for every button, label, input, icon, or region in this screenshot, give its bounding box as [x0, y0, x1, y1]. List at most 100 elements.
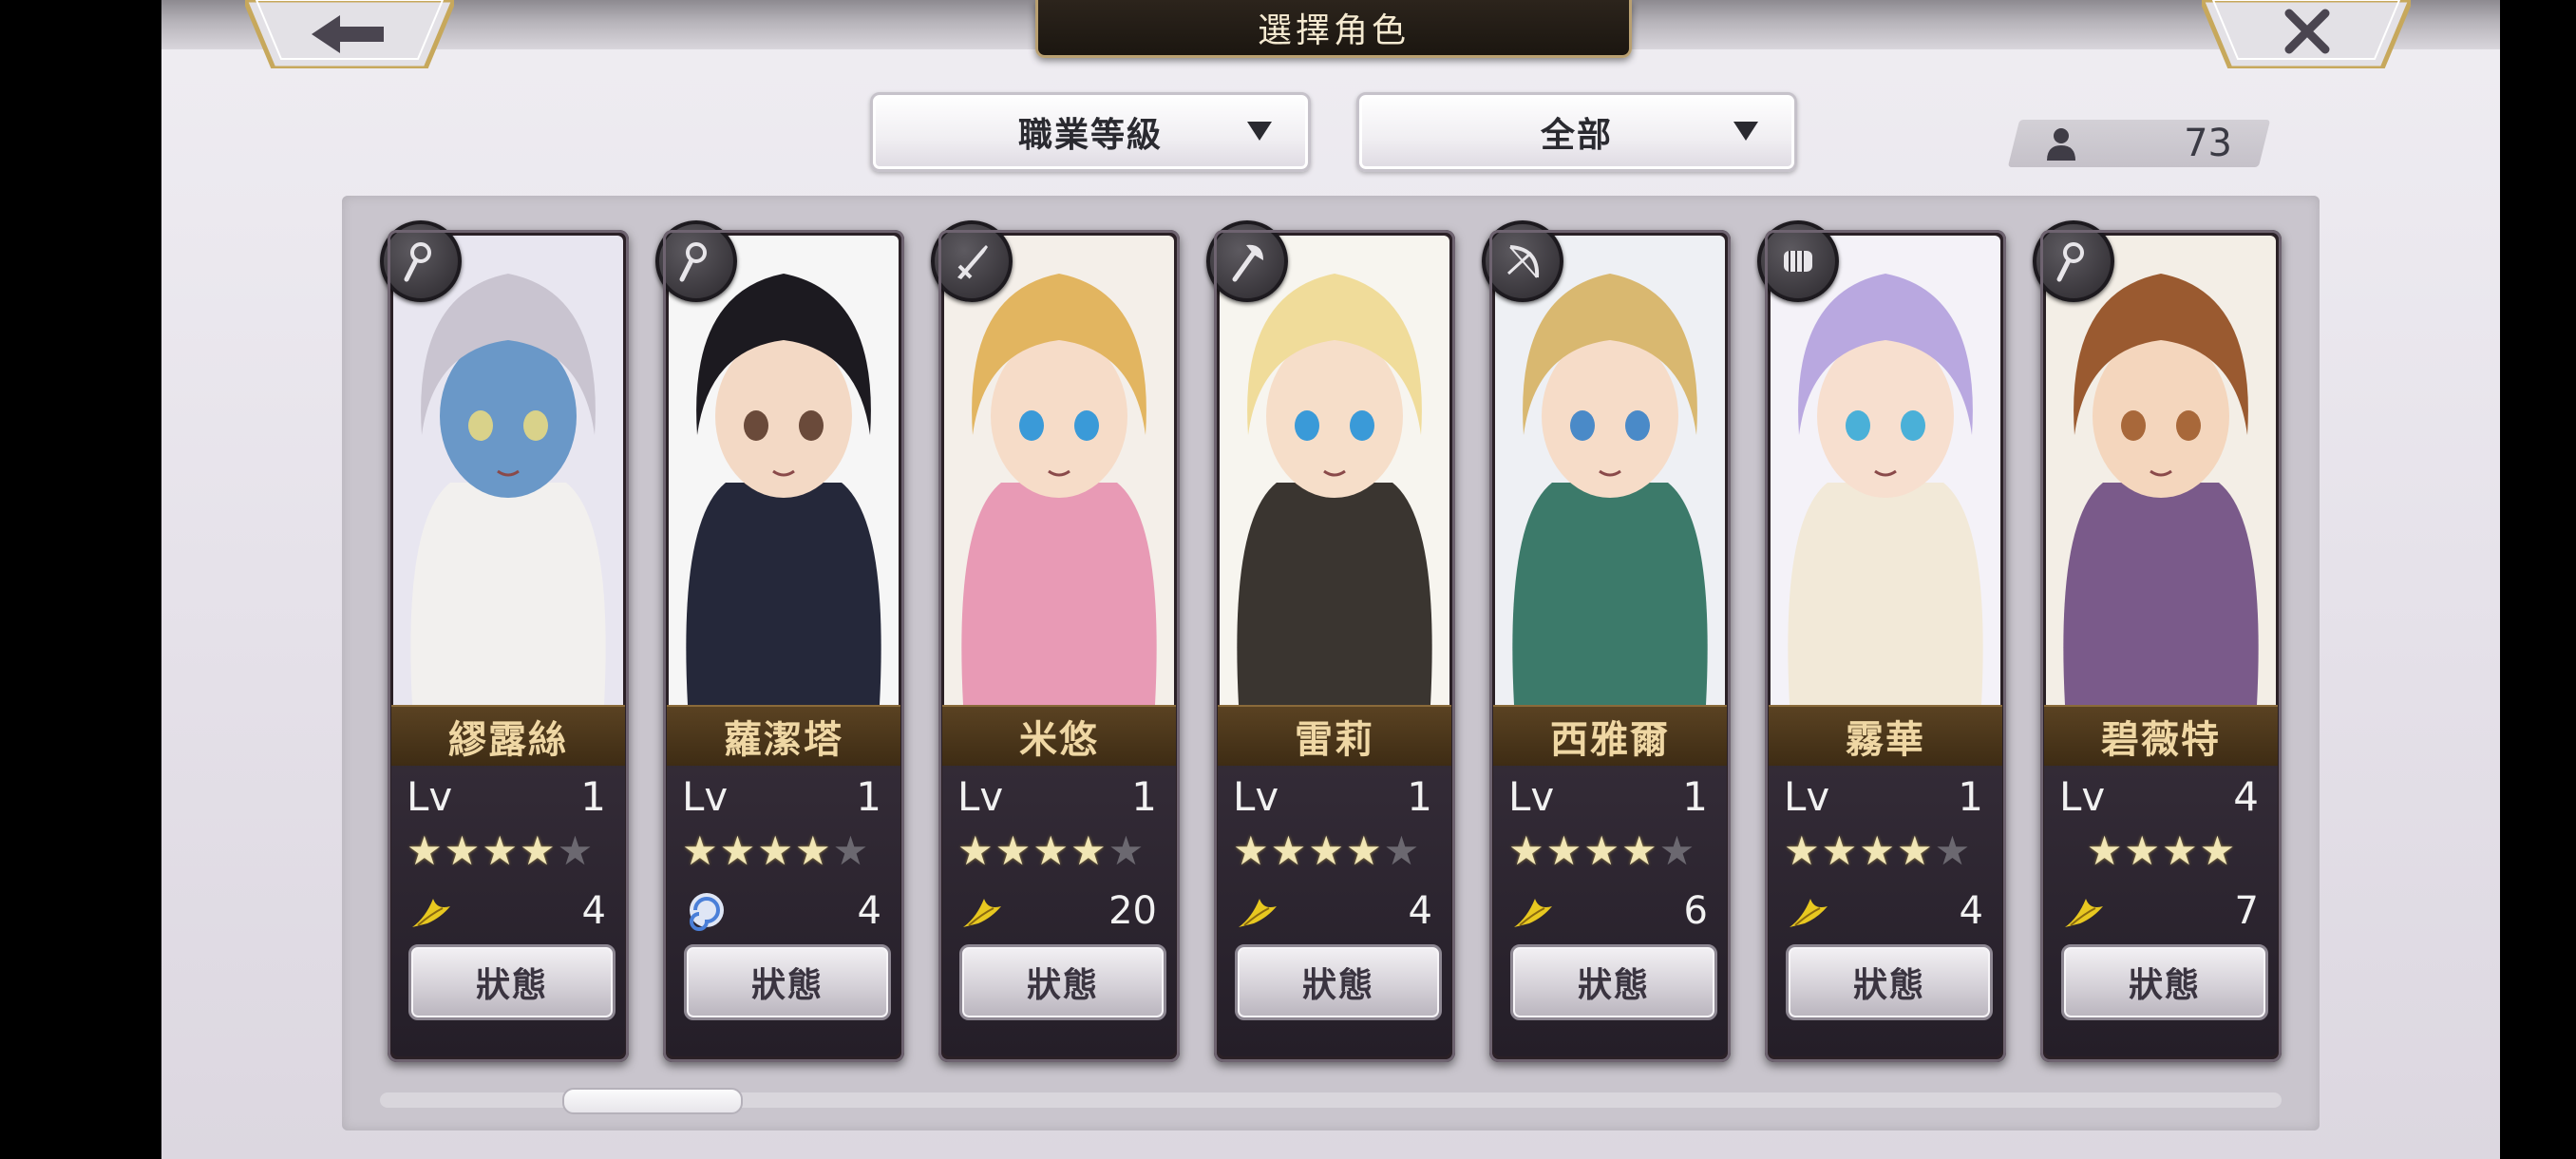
- character-info-panel: Lv 1 ★ ★ ★ ★ ★ 4 狀態: [1769, 766, 2002, 1056]
- dropdown-arrow-icon: [1733, 122, 1758, 141]
- wind-feather-icon: [1790, 899, 1828, 927]
- wind-feather-icon: [412, 899, 450, 927]
- rarity-star-icon: ★: [1583, 827, 1619, 874]
- class-level-sort-dropdown[interactable]: 職業等級: [870, 92, 1311, 172]
- rarity-stars: ★ ★ ★ ★ ★: [407, 830, 614, 872]
- rarity-star-icon: ★: [1784, 827, 1820, 874]
- rarity-star-icon: ★: [1821, 827, 1858, 874]
- character-card[interactable]: 米悠 Lv 1 ★ ★ ★ ★ ★ 20 狀態: [931, 220, 1180, 1062]
- level-label: Lv: [1233, 773, 1279, 820]
- character-name-bar: 米悠: [942, 705, 1176, 768]
- character-name-bar: 雷莉: [1218, 705, 1451, 768]
- rarity-star-icon: ★: [994, 827, 1032, 874]
- character-name-bar: 蘿潔塔: [667, 705, 900, 768]
- character-name: 繆露絲: [448, 717, 568, 762]
- horizontal-scrollbar-thumb[interactable]: [562, 1088, 743, 1114]
- category-filter-dropdown[interactable]: 全部: [1356, 92, 1797, 172]
- staff-icon: [2056, 242, 2084, 282]
- status-button[interactable]: 狀態: [959, 944, 1166, 1020]
- character-info-panel: Lv 1 ★ ★ ★ ★ ★ 4 狀態: [391, 766, 625, 1056]
- character-info-panel: Lv 1 ★ ★ ★ ★ ★ 4 狀態: [667, 766, 900, 1056]
- element-value: 6: [1683, 889, 1708, 933]
- class-badge: [1206, 220, 1288, 302]
- element-value: 4: [581, 889, 606, 933]
- status-button[interactable]: 狀態: [1510, 944, 1717, 1020]
- rarity-star-icon: ★: [832, 827, 869, 874]
- level-value: 1: [1131, 773, 1157, 820]
- status-button[interactable]: 狀態: [408, 944, 616, 1020]
- rarity-star-icon: ★: [719, 827, 756, 874]
- rarity-star-icon: ★: [682, 827, 718, 874]
- rarity-star-icon: ★: [519, 827, 556, 874]
- character-portrait: [944, 236, 1174, 705]
- rarity-star-icon: ★: [1345, 827, 1382, 874]
- rarity-star-icon: ★: [1233, 827, 1269, 874]
- character-info-panel: Lv 1 ★ ★ ★ ★ ★ 4 狀態: [1218, 766, 1451, 1056]
- character-info-panel: Lv 1 ★ ★ ★ ★ ★ 6 狀態: [1493, 766, 1727, 1056]
- back-button[interactable]: [245, 0, 454, 68]
- character-info-panel: Lv 1 ★ ★ ★ ★ ★ 20 狀態: [942, 766, 1176, 1056]
- character-portrait: [1220, 236, 1449, 705]
- status-button-label: 狀態: [2128, 966, 2201, 1005]
- character-card[interactable]: 繆露絲 Lv 1 ★ ★ ★ ★ ★ 4 狀態: [380, 220, 629, 1062]
- bow-icon: [1506, 245, 1540, 278]
- character-card[interactable]: 雷莉 Lv 1 ★ ★ ★ ★ ★ 4 狀態: [1206, 220, 1455, 1062]
- status-button[interactable]: 狀態: [1786, 944, 1993, 1020]
- level-label: Lv: [682, 773, 729, 820]
- status-button[interactable]: 狀態: [684, 944, 891, 1020]
- class-badge: [655, 220, 737, 302]
- level-label: Lv: [957, 773, 1004, 820]
- class-badge: [1482, 220, 1563, 302]
- close-button[interactable]: [2202, 0, 2411, 68]
- class-badge: [1757, 220, 1839, 302]
- status-button-label: 狀態: [1852, 966, 1925, 1005]
- character-name-bar: 碧薇特: [2044, 705, 2278, 768]
- character-name-bar: 西雅爾: [1493, 705, 1727, 768]
- rarity-star-icon: ★: [2199, 827, 2236, 874]
- rarity-star-icon: ★: [2086, 827, 2123, 874]
- rarity-stars: ★ ★ ★ ★: [2044, 830, 2278, 872]
- character-portrait: [1495, 236, 1725, 705]
- category-filter-label: 全部: [1540, 116, 1613, 155]
- status-button-label: 狀態: [1026, 966, 1099, 1005]
- character-portrait: [669, 236, 899, 705]
- rarity-star-icon: ★: [794, 827, 831, 874]
- rarity-star-icon: ★: [1658, 827, 1695, 874]
- back-arrow-icon: [245, 0, 454, 68]
- character-card[interactable]: 霧華 Lv 1 ★ ★ ★ ★ ★ 4 狀態: [1757, 220, 2006, 1062]
- rarity-stars: ★ ★ ★ ★ ★: [682, 830, 889, 872]
- swirl-icon: [690, 893, 724, 931]
- level-value: 1: [580, 773, 606, 820]
- class-badge: [380, 220, 462, 302]
- screen-title: 選擇角色: [1257, 11, 1410, 50]
- character-card[interactable]: 蘿潔塔 Lv 1 ★ ★ ★ ★ ★ 4 狀態: [655, 220, 904, 1062]
- level-value: 1: [1682, 773, 1708, 820]
- character-count: 73: [2184, 122, 2232, 165]
- element-value: 7: [2234, 889, 2259, 933]
- element-value: 4: [857, 889, 881, 933]
- character-card[interactable]: 西雅爾 Lv 1 ★ ★ ★ ★ ★ 6 狀態: [1482, 220, 1731, 1062]
- class-badge: [931, 220, 1013, 302]
- element-value: 4: [1408, 889, 1432, 933]
- level-value: 4: [2233, 773, 2259, 820]
- character-select-screen: 選擇角色 職業等級 全部 73 繆露絲 Lv 1 ★ ★ ★ ★ ★ 4 狀態 蘿潔塔 Lv 1 ★ ★ ★ ★…: [161, 0, 2500, 1159]
- wind-feather-icon: [1239, 899, 1277, 927]
- rarity-star-icon: ★: [1070, 827, 1107, 874]
- sword-icon: [957, 245, 988, 279]
- character-card[interactable]: 碧薇特 Lv 4 ★ ★ ★ ★ 7 狀態: [2033, 220, 2282, 1062]
- level-value: 1: [1958, 773, 1983, 820]
- fist-icon: [1784, 251, 1812, 272]
- rarity-star-icon: ★: [1308, 827, 1344, 874]
- class-level-sort-label: 職業等級: [1017, 116, 1163, 155]
- rarity-stars: ★ ★ ★ ★ ★: [1784, 830, 1991, 872]
- character-name: 西雅爾: [1550, 717, 1670, 762]
- rarity-star-icon: ★: [1620, 827, 1657, 874]
- rarity-star-icon: ★: [1859, 827, 1895, 874]
- status-button[interactable]: 狀態: [1235, 944, 1442, 1020]
- close-x-icon: [2202, 0, 2411, 68]
- level-value: 1: [856, 773, 881, 820]
- character-portrait: [1771, 236, 2000, 705]
- status-button[interactable]: 狀態: [2061, 944, 2268, 1020]
- character-name-bar: 霧華: [1769, 705, 2002, 768]
- rarity-star-icon: ★: [1383, 827, 1420, 874]
